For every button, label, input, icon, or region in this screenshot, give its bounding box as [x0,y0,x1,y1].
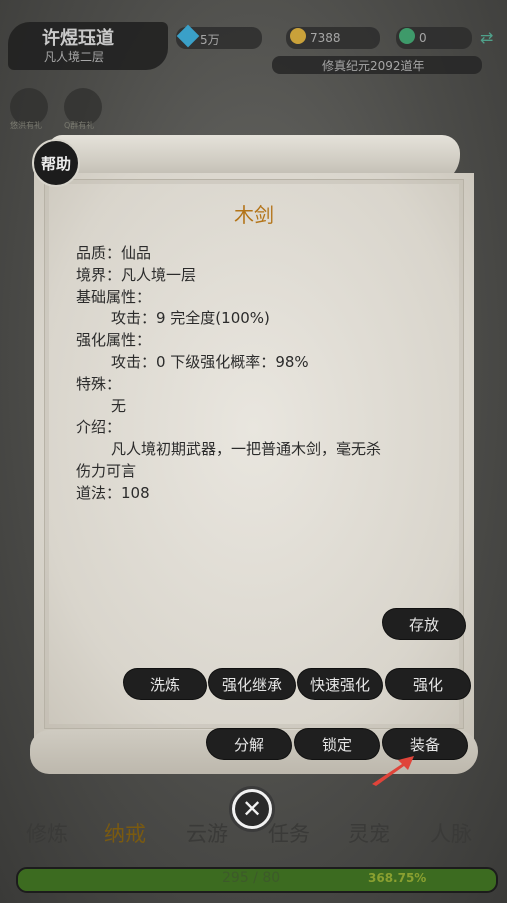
item-info-line: 无 [111,396,127,415]
item-info-line: 伤力可言 [76,461,137,480]
top-bar: 许煜珏道 凡人境二层 5万 7388 0 ⇄ 修真纪元2092道年 [0,0,507,80]
player-realm: 凡人境二层 [44,50,105,64]
help-button[interactable]: 帮助 [32,139,80,187]
enhance-button[interactable]: 强化 [386,669,470,699]
green-jade-icon [399,28,415,44]
close-icon: ✕ [235,792,269,826]
pointer-arrow-icon [372,756,414,786]
item-info-line: 品质：仙品 [76,244,152,262]
player-name: 许煜珏道 [42,28,114,49]
item-info-line: 特殊： [76,374,122,393]
progress-percent: 368.75% [368,871,427,885]
inherit-enhance-button[interactable]: 强化继承 [209,669,295,699]
nav-pets[interactable]: 灵宠 [348,818,390,848]
item-info-line: 凡人境初期武器，一把普通木剑，毫无杀 [111,440,382,459]
nav-contacts[interactable]: 人脉 [430,818,472,848]
item-info-line: 攻击：9 完全度(100%) [111,309,270,328]
swap-arrows-icon[interactable]: ⇄ [480,28,493,47]
item-info: 品质：仙品境界：凡人境一层 基础属性： 攻击：9 完全度(100%) 强化属性： 攻击：… [76,243,456,505]
jade-count: 0 [419,31,427,45]
item-info-line: 境界：凡人境一层 [76,265,197,284]
nav-travel[interactable]: 云游 [186,818,228,848]
coin-count: 7388 [310,31,341,45]
item-info-line: 介绍： [76,418,122,437]
nav-tasks[interactable]: 任务 [268,818,310,848]
reroll-button[interactable]: 洗炼 [124,669,206,699]
gem-count: 5万 [200,33,220,47]
gold-coin-icon [290,28,306,44]
item-info-line: 攻击：0 下级强化概率：98% [111,352,309,371]
item-info-line: 强化属性： [76,331,152,350]
decompose-button[interactable]: 分解 [207,729,291,759]
lock-button[interactable]: 锁定 [295,729,379,759]
era-text: 修真纪元2092道年 [322,59,425,73]
gift-label: 悠洪有礼 [10,121,42,130]
nav-cultivate[interactable]: 修炼 [26,818,68,848]
quick-enhance-button[interactable]: 快速强化 [298,669,382,699]
store-button[interactable]: 存放 [383,609,465,639]
item-info-line: 基础属性： [76,287,152,306]
item-info-line: 道法：108 [76,483,150,502]
item-name: 木剑 [234,203,274,227]
progress-text: 295 / 80 [222,870,281,886]
qq-group-label: Q群有礼 [64,121,95,130]
nav-ring[interactable]: 纳戒 [104,818,146,848]
